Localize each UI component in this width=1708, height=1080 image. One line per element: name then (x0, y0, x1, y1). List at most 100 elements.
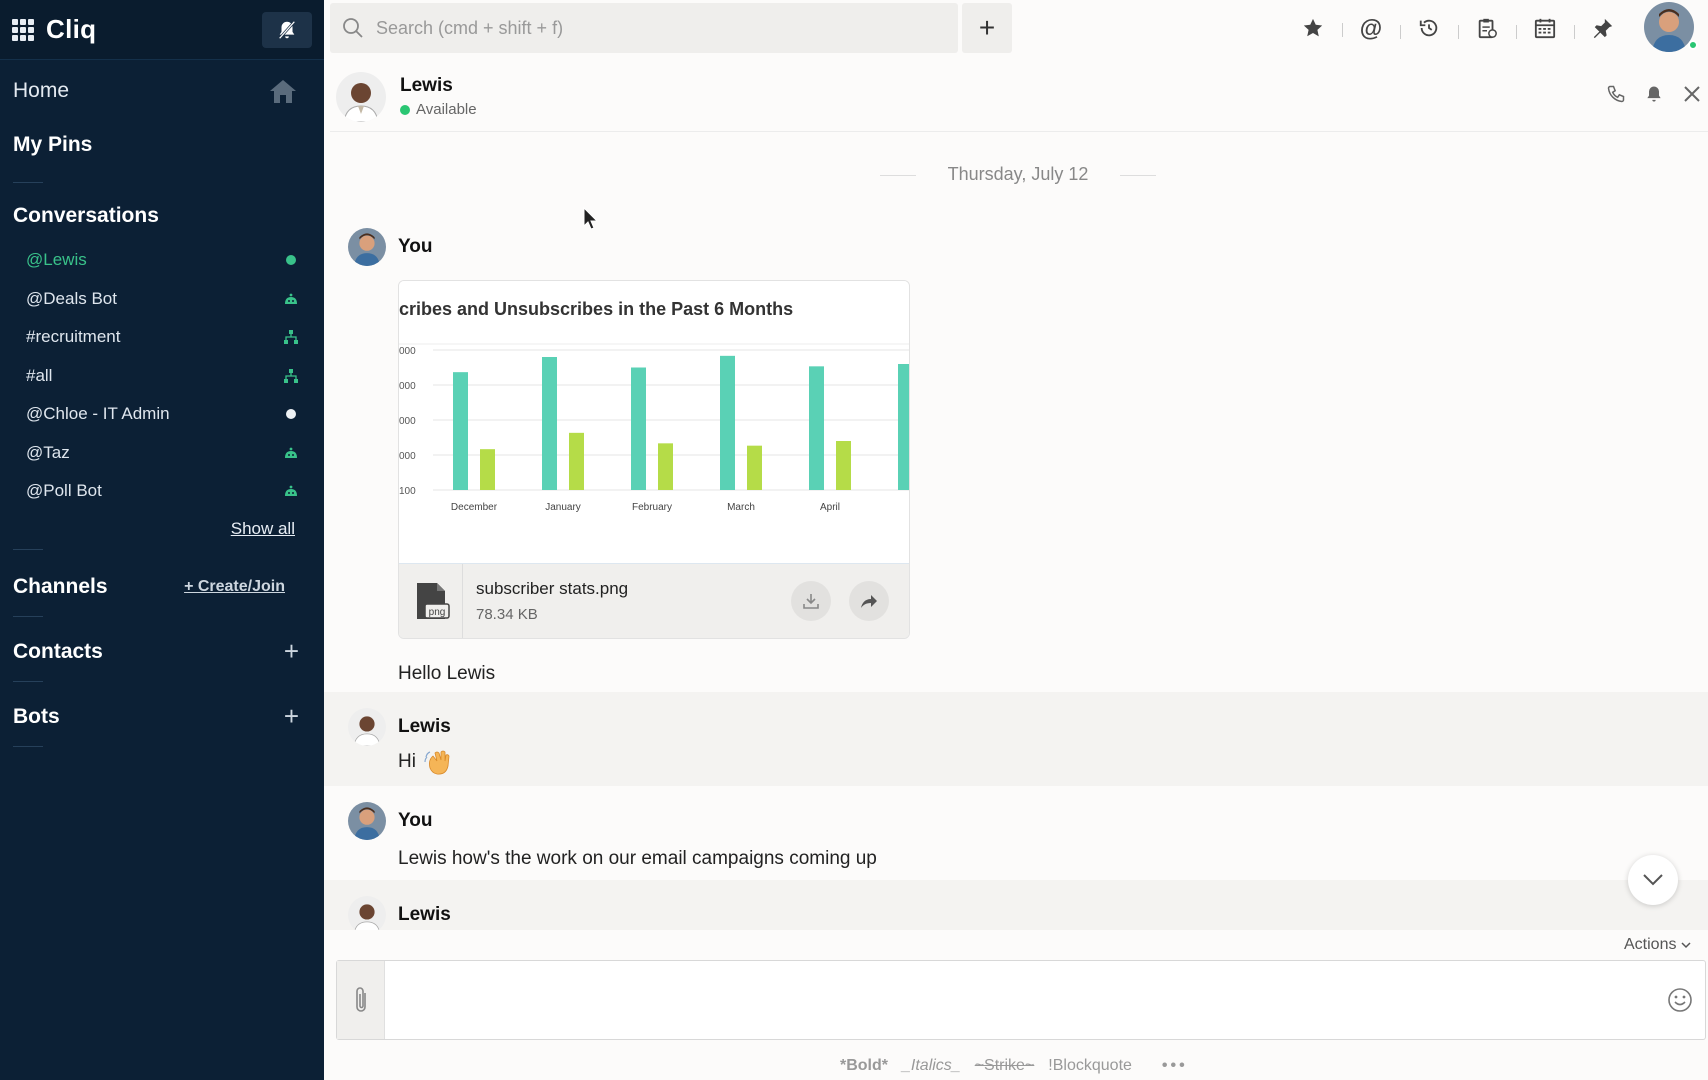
strike-hint[interactable]: ~Strike~ (975, 1057, 1035, 1075)
bar-chart: cribes and Unsubscribes in the Past 6 Mo… (399, 299, 909, 513)
chart-bar (658, 443, 673, 490)
user-avatar[interactable] (1644, 2, 1694, 52)
conversation-item-recruitment[interactable]: #recruitment (0, 318, 324, 357)
message-author: You (398, 810, 433, 831)
waving-hand-emoji-icon (424, 750, 450, 775)
x-tick-label: December (451, 502, 498, 513)
conversation-label: #all (26, 365, 53, 385)
star-icon (1303, 18, 1323, 37)
conversation-item-lewis[interactable]: @Lewis (0, 241, 324, 280)
conversation-item-deals-bot[interactable]: @Deals Bot (0, 280, 324, 319)
chevron-down-icon (1643, 874, 1663, 886)
search-box[interactable] (330, 3, 958, 53)
smiley-icon (1668, 988, 1692, 1012)
history-button[interactable] (1400, 17, 1458, 39)
channels-section-header[interactable]: Channels + Create/Join (0, 562, 324, 612)
show-all-link[interactable]: Show all (0, 519, 324, 539)
chart-bar (631, 367, 646, 490)
sidebar-home[interactable]: Home (0, 64, 324, 118)
scroll-to-bottom-button[interactable] (1628, 855, 1678, 905)
conversation-item-poll-bot[interactable]: @Poll Bot (0, 472, 324, 511)
chart-bar (809, 366, 824, 490)
png-file-icon: png (399, 564, 463, 638)
chart-bar (569, 432, 584, 490)
sidebar-divider (13, 548, 43, 550)
home-icon (270, 80, 296, 103)
y-tick-label: 000 (399, 381, 416, 392)
message-text: Hi (398, 748, 454, 776)
conversation-label: @Deals Bot (26, 288, 117, 308)
conversation-label: @Taz (26, 442, 70, 462)
starred-button[interactable] (1284, 17, 1342, 39)
chart-bar (480, 449, 495, 490)
conversations-section-header[interactable]: Conversations (0, 195, 324, 237)
message-author: Lewis (398, 904, 451, 925)
call-icon[interactable] (1606, 84, 1626, 104)
message-input[interactable] (395, 970, 1655, 1030)
x-tick-label: January (545, 502, 581, 513)
conversations-label: Conversations (13, 204, 159, 227)
download-button[interactable] (791, 581, 831, 621)
pin-icon (1593, 18, 1613, 39)
new-chat-button[interactable]: + (962, 3, 1012, 53)
calendar-button[interactable] (1516, 17, 1574, 39)
chart-bar (836, 441, 851, 490)
chart-bar (720, 355, 735, 490)
sidebar-my-pins[interactable]: My Pins (0, 118, 324, 172)
conversation-label: #recruitment (26, 327, 121, 347)
file-name[interactable]: subscriber stats.png (476, 579, 628, 599)
contact-status: Available (400, 101, 477, 118)
bell-off-icon (278, 20, 296, 39)
emoji-button[interactable] (1655, 987, 1705, 1013)
mentions-button[interactable]: @ (1342, 15, 1400, 42)
bold-hint[interactable]: *Bold* (840, 1057, 888, 1075)
add-bot-button[interactable]: + (284, 701, 299, 732)
close-icon[interactable] (1682, 84, 1702, 104)
contacts-section-header[interactable]: Contacts + (0, 627, 324, 677)
y-tick-label: 000 (399, 416, 416, 427)
blockquote-hint[interactable]: !Blockquote (1048, 1057, 1132, 1075)
top-bar: + @ (324, 0, 1708, 56)
pinned-button[interactable] (1574, 17, 1632, 39)
channels-label: Channels (13, 574, 108, 598)
bots-section-header[interactable]: Bots + (0, 692, 324, 742)
attachment-preview[interactable]: cribes and Unsubscribes in the Past 6 Mo… (399, 281, 909, 564)
conversation-item-chloe[interactable]: @Chloe - IT Admin (0, 395, 324, 434)
contact-avatar[interactable] (336, 71, 386, 122)
sidebar-divider (13, 680, 43, 682)
mute-notifications-button[interactable] (262, 11, 312, 48)
avatar[interactable] (348, 896, 386, 930)
chart-bar (898, 364, 909, 490)
bots-label: Bots (13, 704, 60, 728)
conversation-item-all[interactable]: #all (0, 357, 324, 396)
notification-bell-icon[interactable] (1644, 84, 1664, 104)
create-join-channel-link[interactable]: + Create/Join (184, 578, 285, 596)
more-formatting-button[interactable]: ••• (1162, 1057, 1188, 1075)
actions-dropdown[interactable]: Actions (1624, 936, 1691, 954)
avatar[interactable] (348, 802, 386, 840)
search-input[interactable] (376, 17, 936, 39)
message-group: Lewis Hi (324, 692, 1708, 786)
date-separator: Thursday, July 12 (880, 164, 1156, 185)
avatar[interactable] (348, 708, 386, 746)
italics-hint[interactable]: _Italics_ (902, 1057, 961, 1075)
conversation-item-taz[interactable]: @Taz (0, 434, 324, 473)
avatar[interactable] (348, 228, 386, 266)
image-attachment[interactable]: cribes and Unsubscribes in the Past 6 Mo… (398, 280, 910, 639)
message-composer (336, 960, 1706, 1040)
x-tick-label: February (632, 502, 672, 513)
file-info-bar: png subscriber stats.png 78.34 KB (399, 564, 909, 638)
app-grid-icon[interactable] (12, 18, 34, 41)
x-tick-label: April (820, 502, 840, 513)
clipboard-icon (1478, 18, 1497, 39)
mention-icon: @ (1359, 14, 1383, 41)
share-button[interactable] (849, 581, 889, 621)
message-text: Lewis how's the work on our email campai… (398, 848, 877, 869)
contact-status-label: Available (416, 101, 477, 118)
attach-file-button[interactable] (337, 961, 385, 1039)
message-text: Hello Lewis (398, 663, 496, 684)
add-contact-button[interactable]: + (284, 636, 299, 667)
contact-avatar-image (348, 896, 386, 930)
x-tick-label: March (727, 502, 755, 513)
clipboard-button[interactable] (1458, 17, 1516, 39)
